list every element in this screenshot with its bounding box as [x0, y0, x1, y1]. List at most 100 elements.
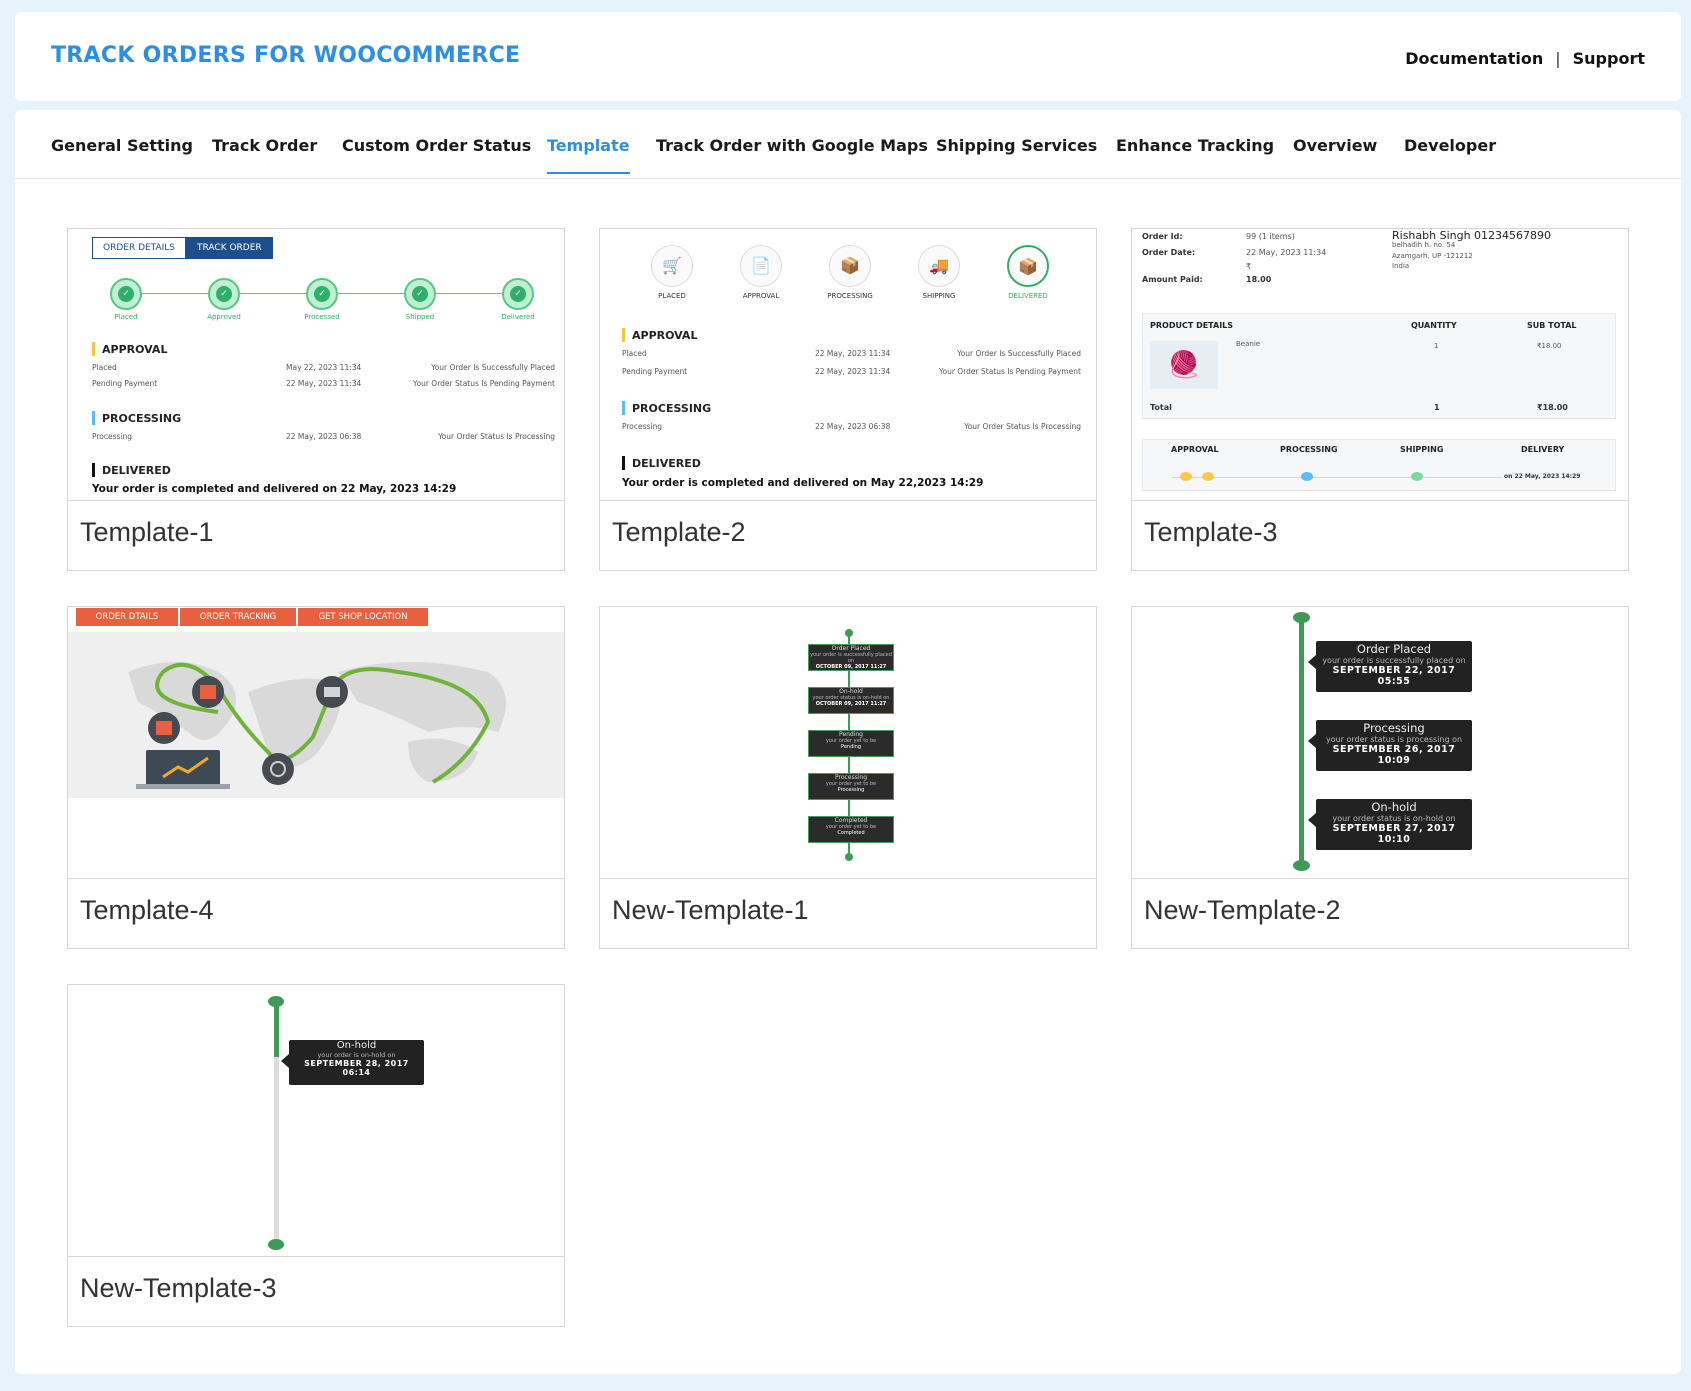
template-card-4[interactable]: ORDER DTAILS ORDER TRACKING GET SHOP LOC… [67, 606, 565, 949]
nt1-item-title: Processing [834, 774, 868, 781]
template-preview-5: Order Placed your order is successfully … [600, 607, 1096, 879]
t3-status-dot [1411, 472, 1423, 481]
t1-row-name: Processing [92, 432, 133, 441]
tab-developer[interactable]: Developer [1404, 136, 1496, 155]
nt2-item-title: Order Placed [1356, 642, 1432, 656]
t3-th-subtotal: SUB TOTAL [1527, 321, 1577, 330]
t1-step-label: Placed [114, 313, 138, 321]
t3-product-name: Beanie [1236, 340, 1261, 348]
nt1-item-date: Completed [837, 830, 865, 836]
t1-row-date: 22 May, 2023 06:38 [286, 432, 362, 441]
template-preview-6: Order Placed your order is successfully … [1132, 607, 1628, 879]
nt1-item-title: Pending [839, 731, 863, 738]
t1-row-msg: Your Order Status Is Processing [438, 432, 555, 441]
t2-row-name: Pending Payment [622, 367, 688, 376]
nt3-item-desc: your order is on-hold on [317, 1051, 396, 1059]
t2-row-msg: Your Order Is Successfully Placed [957, 349, 1081, 358]
template-card-3[interactable]: Order Id: 99 (1 items) Order Date: 22 Ma… [1131, 228, 1629, 571]
t2-row-msg: Your Order Status Is Processing [964, 422, 1081, 431]
nt2-item-time: 05:55 [1377, 676, 1411, 687]
beanie-icon: 🧶 [1150, 341, 1218, 389]
t3-status-header: SHIPPING [1400, 445, 1444, 454]
t4-order-tracking-button: ORDER TRACKING [180, 608, 296, 626]
t3-status-line [1172, 477, 1502, 478]
header-separator: | [1555, 49, 1561, 68]
app-header: TRACK ORDERS FOR WOOCOMMERCE Documentati… [15, 12, 1681, 101]
nt3-item-title: On-hold [336, 1040, 377, 1051]
t3-address-line: Azamgarh, UP -121212 [1392, 252, 1473, 260]
t3-delivery-date: on 22 May, 2023 14:29 [1504, 473, 1581, 480]
t3-status-dot [1301, 472, 1313, 481]
t3-status-dot [1202, 472, 1214, 481]
nt2-item-date: SEPTEMBER 22, 2017 [1332, 665, 1456, 676]
tab-track-order-google-maps[interactable]: Track Order with Google Maps [656, 136, 928, 155]
t3-order-id: 99 (1 items) [1246, 232, 1295, 241]
t3-currency: ₹ [1246, 262, 1252, 271]
t3-total-subtotal: ₹18.00 [1537, 403, 1568, 412]
t2-row-msg: Your Order Status Is Pending Payment [938, 367, 1081, 376]
t3-total-qty: 1 [1434, 403, 1440, 412]
tab-custom-order-status[interactable]: Custom Order Status [342, 136, 531, 155]
template-label: Template-3 [1144, 517, 1278, 547]
nt3-timeline-progress [274, 1001, 279, 1057]
app-title: TRACK ORDERS FOR WOOCOMMERCE [51, 43, 521, 68]
t1-row-name: Placed [92, 363, 117, 372]
delivered-icon: 📦 [1007, 245, 1049, 287]
t3-th-qty: QUANTITY [1411, 321, 1457, 330]
t2-delivered-text: Your order is completed and delivered on… [622, 477, 984, 489]
nt1-item: Pending your order yet to be Pending [808, 730, 894, 757]
t2-row-date: 22 May, 2023 11:34 [815, 349, 891, 358]
t3-product-subtotal: ₹18.00 [1537, 342, 1562, 350]
tab-track-order[interactable]: Track Order [212, 136, 317, 155]
t2-delivered-heading: DELIVERED [622, 456, 701, 470]
t1-step-label: Processed [304, 313, 340, 321]
nt2-item: Order Placed your order is successfully … [1308, 641, 1472, 692]
t2-approval-heading: APPROVAL [622, 328, 697, 342]
t4-shop-location-button: GET SHOP LOCATION [298, 608, 428, 626]
support-link[interactable]: Support [1573, 49, 1645, 68]
nt2-item-time: 10:10 [1377, 834, 1411, 845]
t1-approval-heading: APPROVAL [92, 342, 167, 356]
nt2-timeline-start [1293, 612, 1310, 623]
nt1-item: Processing your order yet to be Processi… [808, 773, 894, 800]
nt1-item-date: OCTOBER 09, 2017 11:27 [815, 664, 887, 670]
nt3-item: On-hold your order is on-hold on SEPTEMB… [281, 1040, 424, 1085]
nt1-item-date: Pending [841, 744, 861, 750]
truck-icon: 🚚 [918, 245, 960, 287]
nt2-timeline-line [1299, 617, 1304, 867]
template-card-1[interactable]: ORDER DETAILS TRACK ORDER Placed Approve… [67, 228, 565, 571]
t3-order-date-label: Order Date: [1142, 248, 1196, 257]
nt2-item: Processing your order status is processi… [1308, 720, 1472, 771]
documentation-link[interactable]: Documentation [1405, 49, 1543, 68]
map-svg [128, 662, 506, 789]
header-links: Documentation | Support [1405, 49, 1645, 68]
t3-address-line: India [1392, 262, 1410, 270]
tab-general-setting[interactable]: General Setting [51, 136, 193, 155]
t1-step-label: Approved [207, 313, 241, 321]
tab-enhance-tracking[interactable]: Enhance Tracking [1116, 136, 1274, 155]
template-card-5[interactable]: Order Placed your order is successfully … [599, 606, 1097, 949]
template-label: New-Template-2 [1144, 895, 1341, 925]
template-card-7[interactable]: On-hold your order is on-hold on SEPTEMB… [67, 984, 565, 1327]
tab-template[interactable]: Template [547, 136, 630, 174]
template-card-6[interactable]: Order Placed your order is successfully … [1131, 606, 1629, 949]
t2-step-label: APPROVAL [742, 292, 780, 300]
nt2-item-title: On-hold [1371, 800, 1417, 814]
nt3-timeline-end [268, 1239, 284, 1250]
nt3-timeline-start [268, 996, 284, 1007]
t2-row-name: Processing [622, 422, 663, 431]
t2-step-label: PROCESSING [827, 292, 873, 300]
t1-row-msg: Your Order Is Successfully Placed [431, 363, 555, 372]
nt1-timeline-end [845, 853, 853, 861]
tab-overview[interactable]: Overview [1293, 136, 1377, 155]
template-card-2[interactable]: 🛒 📄 📦 🚚 📦 PLACED APPROVAL PROCESSING SHI… [599, 228, 1097, 571]
tab-shipping-services[interactable]: Shipping Services [936, 136, 1097, 155]
t2-row-name: Placed [622, 349, 647, 358]
t1-row-date: 22 May, 2023 11:34 [286, 379, 362, 388]
nt1-item-title: On-hold [839, 688, 863, 695]
nt1-item: On-hold your order status is on-hold on … [808, 687, 894, 714]
check-icon [404, 278, 436, 310]
t4-order-details-button: ORDER DTAILS [76, 608, 178, 626]
t3-status-header: DELIVERY [1521, 445, 1565, 454]
t1-step-label: Delivered [501, 313, 535, 321]
